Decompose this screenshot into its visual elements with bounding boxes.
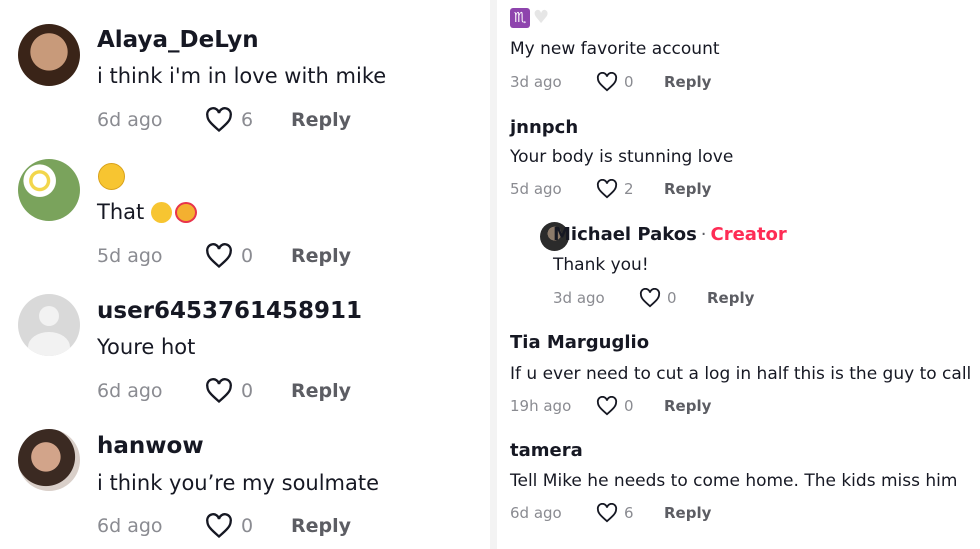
like-count: 0	[241, 245, 254, 267]
comment-text: i think i'm in love with mike	[97, 64, 387, 88]
right-comment-panel: ♏ ♥ My new favorite account 3d ago 0 Rep…	[497, 0, 980, 549]
heart-outline-icon	[206, 513, 232, 539]
reply-button[interactable]: Reply	[664, 504, 711, 522]
comment-time: 6d ago	[97, 380, 163, 402]
like-count: 6	[624, 504, 634, 522]
comment-username[interactable]: tamera	[510, 440, 583, 461]
scorpio-icon: ♏	[510, 8, 530, 28]
like-button[interactable]: 0	[639, 288, 707, 308]
heart-outline-icon	[206, 378, 232, 404]
like-button[interactable]: 0	[205, 513, 291, 539]
heart-outline-icon	[639, 288, 661, 308]
comment-time: 6d ago	[510, 504, 562, 522]
comment-meta: 6d ago 6 Reply	[510, 503, 711, 523]
like-count: 0	[241, 380, 254, 402]
reply-button[interactable]: Reply	[291, 109, 351, 131]
heart-outline-icon	[596, 503, 618, 523]
comment-username[interactable]: Tia Marguglio	[510, 332, 649, 353]
comment-meta: 5d ago 0 Reply	[97, 243, 351, 269]
comment-meta: 6d ago 0 Reply	[97, 513, 351, 539]
grinning-face-emoji-icon	[98, 163, 125, 190]
heart-outline-icon	[596, 396, 618, 416]
comment-username[interactable]: Michael Pakos · Creator	[553, 224, 787, 245]
comment-meta: 6d ago 6 Reply	[97, 107, 351, 133]
comment-time: 6d ago	[97, 515, 163, 537]
creator-name[interactable]: Michael Pakos	[553, 224, 697, 245]
comment-meta: 19h ago 0 Reply	[510, 396, 711, 416]
reply-button[interactable]: Reply	[291, 515, 351, 537]
left-comment-panel: Alaya_DeLyn i think i'm in love with mik…	[0, 0, 490, 549]
comment-text: i think you’re my soulmate	[97, 471, 380, 495]
reply-button[interactable]: Reply	[707, 289, 754, 307]
avatar[interactable]	[18, 429, 80, 491]
like-button[interactable]: 6	[205, 107, 291, 133]
comment-username[interactable]: Alaya_DeLyn	[97, 27, 259, 53]
comment-text: Tell Mike he needs to come home. The kid…	[510, 471, 958, 491]
comment-text: Thank you!	[553, 255, 649, 275]
like-count: 0	[241, 515, 254, 537]
comment-text: Youre hot	[97, 335, 196, 359]
comment-text: If u ever need to cut a log in half this…	[510, 364, 972, 384]
like-button[interactable]: 6	[596, 503, 664, 523]
like-count: 6	[241, 109, 254, 131]
reply-button[interactable]: Reply	[664, 397, 711, 415]
smirk-emoji-icon	[151, 202, 172, 223]
like-button[interactable]: 0	[205, 378, 291, 404]
heart-outline-icon	[206, 107, 232, 133]
like-count: 0	[624, 397, 634, 415]
like-button[interactable]: 0	[205, 243, 291, 269]
smiling-hearts-emoji-icon	[175, 202, 197, 223]
comment-time: 3d ago	[553, 289, 605, 307]
comment-reply-item: Michael Pakos · Creator Thank you! 3d ago …	[540, 0, 980, 549]
reply-button[interactable]: Reply	[291, 380, 351, 402]
comment-meta: 3d ago 0 Reply	[553, 288, 754, 308]
comment-time: 19h ago	[510, 397, 572, 415]
comment-username[interactable]: user6453761458911	[97, 298, 362, 324]
creator-separator: ·	[700, 224, 707, 245]
comment-text: That	[97, 200, 145, 224]
like-button[interactable]: 0	[596, 396, 664, 416]
panel-divider	[490, 0, 497, 549]
avatar[interactable]	[18, 159, 80, 221]
comment-meta: 6d ago 0 Reply	[97, 378, 351, 404]
creator-badge: Creator	[710, 224, 787, 245]
comment-username[interactable]: hanwow	[97, 433, 204, 459]
comment-time: 6d ago	[97, 109, 163, 131]
heart-outline-icon	[206, 243, 232, 269]
comment-time: 5d ago	[97, 245, 163, 267]
default-avatar-icon[interactable]	[18, 294, 80, 356]
avatar[interactable]	[18, 24, 80, 86]
reply-button[interactable]: Reply	[291, 245, 351, 267]
like-count: 0	[667, 289, 677, 307]
